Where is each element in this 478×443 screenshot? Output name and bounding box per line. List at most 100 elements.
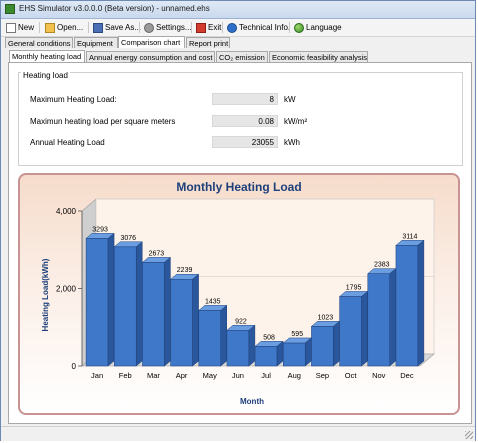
data-label: 2239: [177, 267, 193, 274]
data-label: 3293: [92, 226, 108, 233]
new-file-icon: [6, 22, 16, 33]
bar: [254, 346, 278, 367]
open-folder-icon: [45, 22, 55, 33]
toolbar: New Open... Save As... Settings... Exit …: [1, 19, 475, 37]
y-axis-label: Heating Load(kWh): [41, 258, 50, 331]
language-button-label: Language: [306, 23, 342, 32]
max-heating-load-value: 8: [212, 93, 278, 105]
data-label: 3076: [120, 235, 136, 242]
bar-side: [220, 304, 227, 367]
tab-comparison-chart[interactable]: Comparison chart: [118, 36, 185, 48]
bar: [114, 246, 137, 367]
plot-area: 0 2,000 4,000 3293 Jan 3076 Feb 2673 Mar 2239 Apr 1…: [56, 198, 435, 380]
x-tick-label: Aug: [288, 371, 301, 380]
x-tick-label: Dec: [400, 371, 414, 380]
new-button[interactable]: New: [6, 21, 34, 34]
technical-info-button-label: Technical Info.: [239, 23, 291, 32]
y-tick-label: 0: [72, 362, 77, 371]
bar-side: [304, 337, 312, 367]
annual-heating-load-value: 23055: [212, 136, 278, 148]
info-icon: [227, 22, 237, 33]
chart-canvas: Monthly Heating Load Heating Load(kWh) M…: [41, 180, 435, 406]
subtab-monthly-heating-load[interactable]: Monthly heating load: [9, 50, 85, 62]
bar: [226, 330, 250, 367]
bar: [339, 296, 362, 367]
save-icon: [93, 22, 103, 33]
resize-grip-icon[interactable]: [465, 431, 473, 439]
toolbar-divider: [39, 22, 40, 33]
bar-side: [192, 273, 199, 367]
globe-icon: [294, 22, 304, 33]
max-load-per-sqm-unit: kW/m²: [284, 117, 308, 126]
y-tick-label: 2,000: [56, 285, 77, 294]
x-tick-label: Jan: [91, 371, 103, 380]
x-tick-label: Apr: [176, 371, 188, 380]
x-tick-label: Nov: [372, 371, 386, 380]
max-heating-load-unit: kW: [284, 95, 296, 104]
data-label: 1435: [205, 298, 221, 305]
bar-side: [135, 241, 143, 367]
annual-heating-load-label: Annual Heating Load: [30, 138, 105, 147]
max-load-per-sqm-value: 0.08: [212, 115, 278, 127]
chart-title: Monthly Heating Load: [176, 180, 301, 194]
x-tick-label: Oct: [345, 371, 358, 380]
language-button[interactable]: Language: [294, 21, 342, 34]
bar-side: [248, 324, 256, 367]
new-button-label: New: [18, 23, 35, 32]
save-as-button[interactable]: Save As...: [93, 21, 141, 34]
bar: [170, 278, 193, 367]
x-tick-label: Feb: [119, 371, 132, 380]
save-as-button-label: Save As...: [105, 23, 142, 32]
app-icon: [5, 4, 15, 14]
x-tick-label: Jul: [261, 371, 271, 380]
status-bar: [1, 426, 475, 441]
bar: [198, 310, 221, 367]
data-label: 3114: [402, 233, 417, 240]
x-tick-label: Mar: [147, 371, 160, 380]
settings-gear-icon: [144, 22, 154, 33]
data-label: 2383: [374, 262, 390, 269]
toolbar-divider: [222, 22, 223, 33]
tab-report-print[interactable]: Report print: [186, 37, 230, 48]
app-window: EHS Simulator v3.0.0.0 (Beta version) - …: [0, 0, 476, 441]
title-bar: EHS Simulator v3.0.0.0 (Beta version) - …: [1, 1, 475, 19]
data-label: 595: [291, 331, 303, 338]
open-button[interactable]: Open...: [45, 21, 83, 34]
subtab-economic-feasibility[interactable]: Economic feasibility analysis: [269, 51, 368, 62]
bar-side: [361, 290, 368, 367]
bar-side: [164, 256, 171, 367]
tab-panel: Heating load Maximum Heating Load: 8 kW …: [8, 62, 472, 424]
bar-side: [389, 268, 396, 367]
exit-button[interactable]: Exit: [196, 21, 221, 34]
monthly-heating-load-chart: Monthly Heating Load Heating Load(kWh) M…: [18, 173, 460, 415]
tab-general-conditions[interactable]: General conditions: [5, 37, 73, 48]
bar-side: [333, 320, 340, 367]
heating-load-group-title: Heating load: [21, 71, 70, 80]
bar: [142, 262, 165, 367]
subtab-co2-emission[interactable]: CO₂ emission: [216, 51, 268, 62]
data-label: 1023: [318, 314, 334, 321]
data-label: 922: [235, 318, 247, 325]
subtab-annual-energy[interactable]: Annual energy consumption and cost: [86, 51, 215, 62]
toolbar-divider: [139, 22, 140, 33]
x-tick-label: Jun: [232, 371, 244, 380]
x-tick-label: May: [203, 371, 217, 380]
exit-icon: [196, 22, 206, 33]
x-axis-label: Month: [240, 397, 264, 406]
heating-load-group: Heating load Maximum Heating Load: 8 kW …: [18, 71, 463, 166]
settings-button[interactable]: Settings...: [144, 21, 192, 34]
bar-side: [417, 239, 425, 367]
data-label: 1795: [346, 284, 362, 291]
window-title: EHS Simulator v3.0.0.0 (Beta version) - …: [19, 4, 210, 13]
data-label: 508: [263, 334, 275, 341]
exit-button-label: Exit: [208, 23, 222, 32]
y-tick-label: 4,000: [56, 207, 77, 216]
tab-equipment[interactable]: Equipment: [74, 37, 118, 48]
max-load-per-sqm-label: Maximun heating load per square meters: [30, 117, 176, 126]
bar: [85, 238, 109, 367]
data-label: 2673: [149, 250, 165, 257]
technical-info-button[interactable]: Technical Info.: [227, 21, 290, 34]
toolbar-divider: [88, 22, 89, 33]
toolbar-divider: [191, 22, 192, 33]
max-heating-load-label: Maximum Heating Load:: [30, 95, 117, 104]
